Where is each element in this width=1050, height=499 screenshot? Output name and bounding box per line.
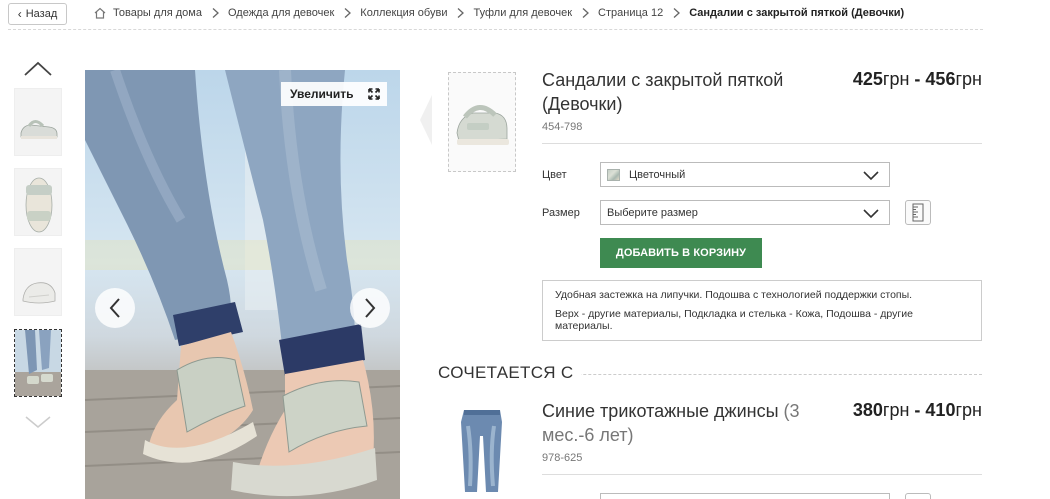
- zoom-button-label: Увеличить: [290, 87, 354, 101]
- chevron-left-icon: ‹: [17, 7, 22, 21]
- thumbnail-scroll-down-button[interactable]: [22, 412, 54, 432]
- product-thumbnail[interactable]: [448, 72, 516, 172]
- price-currency-from: грн: [882, 400, 910, 420]
- chevron-down-icon: [863, 209, 879, 219]
- sandal-product-image: [449, 73, 515, 171]
- size-select-value: Выберите размер: [607, 206, 698, 219]
- add-to-cart-button[interactable]: ДОБАВИТЬ В КОРЗИНУ: [600, 238, 762, 268]
- thumbnail-sandal-sole[interactable]: [14, 248, 62, 316]
- sandal-side-image: [15, 89, 61, 155]
- product-code: 454-798: [542, 121, 583, 133]
- expand-icon: [368, 88, 380, 100]
- ruler-icon: [912, 203, 924, 222]
- breadcrumb-item-girls-clothing[interactable]: Одежда для девочек: [228, 7, 334, 19]
- color-swatch-icon: [607, 168, 620, 181]
- divider: [542, 143, 982, 144]
- zoom-button[interactable]: Увеличить: [281, 82, 387, 106]
- chevron-down-icon: [863, 171, 879, 181]
- main-product-image[interactable]: [85, 70, 400, 499]
- price-currency-to: грн: [955, 69, 982, 89]
- thumbnail-scroll-up-button[interactable]: [22, 58, 54, 80]
- price-to: 456: [925, 69, 956, 89]
- price-to: 410: [925, 400, 956, 420]
- chevron-right-icon: [673, 8, 681, 18]
- chevron-left-icon: [109, 298, 120, 318]
- breadcrumb-item-page[interactable]: Страница 12: [598, 7, 663, 19]
- related-product-code: 978-625: [542, 452, 583, 464]
- next-image-button[interactable]: [350, 288, 390, 328]
- breadcrumb-item-girls-shoes[interactable]: Туфли для девочек: [473, 7, 572, 19]
- sandal-top-image: [15, 169, 61, 235]
- home-icon[interactable]: [94, 7, 106, 19]
- price-from: 380: [852, 400, 883, 420]
- color-select[interactable]: Цветочный: [600, 162, 890, 187]
- breadcrumb-item-shoe-collection[interactable]: Коллекция обуви: [360, 7, 447, 19]
- model-wearing-sandals-photo: [85, 70, 400, 499]
- previous-image-button[interactable]: [95, 288, 135, 328]
- size-guide-button[interactable]: [905, 200, 931, 225]
- price-separator: -: [909, 69, 926, 89]
- breadcrumb-item-home-goods[interactable]: Товары для дома: [113, 7, 202, 19]
- price-from: 425: [852, 69, 883, 89]
- breadcrumb: Товары для дома Одежда для девочек Колле…: [94, 7, 904, 19]
- related-product-price: 380грн - 410грн: [853, 400, 982, 421]
- product-description: Удобная застежка на липучки. Подошва с т…: [542, 280, 982, 341]
- related-product-select[interactable]: [600, 493, 890, 499]
- color-select-value: Цветочный: [629, 168, 686, 181]
- back-button-label: Назад: [25, 8, 58, 20]
- related-product-title: Синие трикотажные джинсы (3 мес.-6 лет): [542, 399, 812, 447]
- chevron-right-icon: [582, 8, 590, 18]
- size-select[interactable]: Выберите размер: [600, 200, 890, 225]
- price-currency-to: грн: [955, 400, 982, 420]
- chevron-right-icon: [344, 8, 352, 18]
- back-button[interactable]: ‹ Назад: [8, 3, 67, 25]
- chevron-right-icon: [365, 298, 376, 318]
- breadcrumb-bar: ‹ Назад Товары для дома Одежда для девоч…: [8, 2, 983, 30]
- description-line: Удобная застежка на липучки. Подошва с т…: [555, 289, 913, 301]
- jeans-product-image: [448, 402, 516, 499]
- divider: [542, 474, 982, 475]
- goes-with-heading: СОЧЕТАЕТСЯ С: [438, 363, 582, 383]
- product-price: 425грн - 456грн: [853, 69, 982, 90]
- description-line: Верх - другие материалы, Подкладка и сте…: [555, 308, 913, 332]
- related-product-name: Синие трикотажные джинсы: [542, 401, 779, 421]
- thumbnail-model-wearing[interactable]: [14, 329, 62, 397]
- related-product-thumbnail[interactable]: [448, 402, 516, 499]
- breadcrumb-current: Сандалии с закрытой пяткой (Девочки): [689, 7, 905, 19]
- price-separator: -: [909, 400, 926, 420]
- thumbnail-sandal-top[interactable]: [14, 168, 62, 236]
- panel-caret-icon: [420, 95, 432, 145]
- model-wearing-image: [15, 330, 61, 396]
- color-label: Цвет: [542, 169, 567, 181]
- related-size-guide-button[interactable]: [905, 493, 931, 499]
- chevron-right-icon: [212, 8, 219, 18]
- chevron-right-icon: [458, 8, 465, 18]
- thumbnail-sandal-side[interactable]: [14, 88, 62, 156]
- price-currency-from: грн: [882, 69, 910, 89]
- size-label: Размер: [542, 207, 580, 219]
- product-title: Сандалии с закрытой пяткой (Девочки): [542, 70, 784, 114]
- sandal-sole-image: [15, 249, 61, 315]
